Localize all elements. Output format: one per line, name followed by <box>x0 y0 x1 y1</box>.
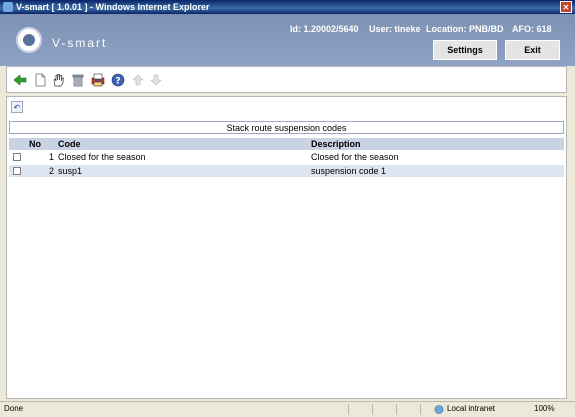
brand-name: V-smart <box>52 36 108 50</box>
zoom-level[interactable]: 100% <box>534 402 554 416</box>
column-header-no[interactable]: No <box>29 138 56 150</box>
session-id: Id: 1.20002/5640 <box>290 24 359 34</box>
column-header-description[interactable]: Description <box>311 138 361 150</box>
status-bar: Done Local intranet 100% <box>0 401 575 417</box>
intranet-globe-icon <box>434 405 444 414</box>
session-afo: AFO: 618 <box>512 24 552 34</box>
row-no: 2 <box>48 166 54 176</box>
window-titlebar: V-smart [ 1.0.01 ] - Windows Internet Ex… <box>0 0 575 14</box>
svg-text:?: ? <box>115 77 120 87</box>
row-checkbox[interactable] <box>13 153 21 161</box>
move-down-icon[interactable] <box>149 73 163 87</box>
print-icon[interactable] <box>91 73 105 87</box>
move-up-icon[interactable] <box>131 73 145 87</box>
undo-icon[interactable]: ↶ <box>11 101 23 113</box>
session-user: User: tineke <box>369 24 421 34</box>
toolbar: ? <box>6 66 567 93</box>
settings-button[interactable]: Settings <box>433 40 497 60</box>
row-description: suspension code 1 <box>311 166 387 176</box>
column-header-code[interactable]: Code <box>58 138 81 150</box>
row-description: Closed for the season <box>311 152 399 162</box>
window-close-button[interactable]: ✕ <box>560 1 572 13</box>
app-header: V-smart Id: 1.20002/5640 User: tineke Lo… <box>0 14 575 66</box>
new-document-icon[interactable] <box>33 73 47 87</box>
row-code[interactable]: Closed for the season <box>58 151 146 163</box>
vsmart-logo <box>16 27 42 53</box>
row-checkbox[interactable] <box>13 167 21 175</box>
window-title: V-smart [ 1.0.01 ] - Windows Internet Ex… <box>16 2 210 12</box>
back-icon[interactable] <box>13 73 27 87</box>
table-row[interactable]: 1 Closed for the season Closed for the s… <box>9 151 564 163</box>
table-row[interactable]: 2 susp1 suspension code 1 <box>9 165 564 177</box>
exit-button[interactable]: Exit <box>505 40 560 60</box>
row-code[interactable]: susp1 <box>58 165 82 177</box>
table-header: No Code Description <box>9 138 564 150</box>
ie-icon <box>3 2 13 12</box>
help-icon[interactable]: ? <box>111 73 125 87</box>
list-title: Stack route suspension codes <box>9 121 564 134</box>
zone-text: Local intranet <box>447 404 496 413</box>
status-text: Done <box>4 404 24 413</box>
select-hand-icon[interactable] <box>51 73 65 87</box>
delete-icon[interactable] <box>71 73 85 87</box>
session-location: Location: PNB/BD <box>426 24 504 34</box>
content-panel: ↶ Stack route suspension codes No Code D… <box>6 96 567 399</box>
row-no: 1 <box>48 152 54 162</box>
